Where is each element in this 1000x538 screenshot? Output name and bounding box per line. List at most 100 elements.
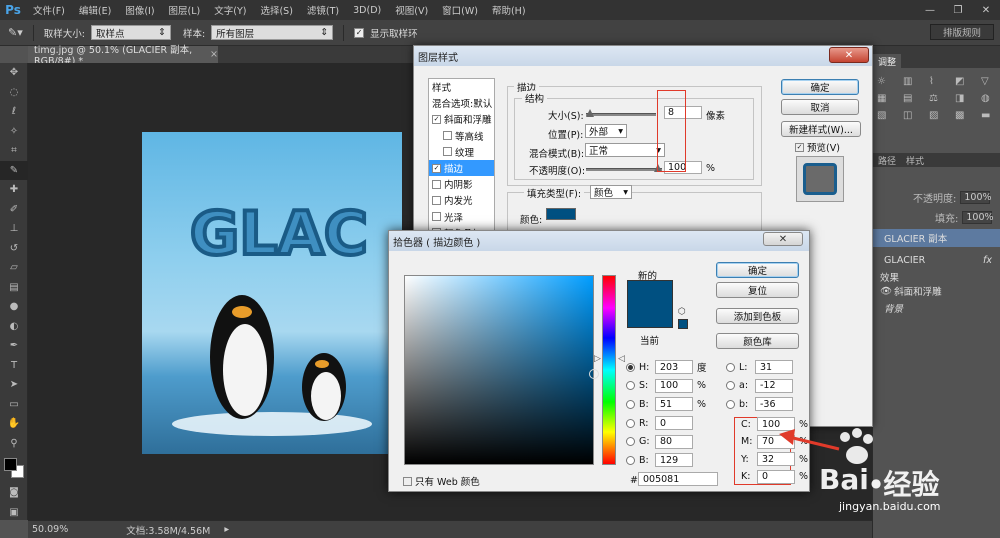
hsb-field[interactable]: 100 [655, 378, 693, 393]
opacity-slider[interactable] [586, 168, 662, 171]
saturation-brightness-field[interactable] [404, 275, 599, 465]
foreground-color-swatch[interactable] [4, 458, 17, 471]
style-checkbox[interactable] [432, 212, 441, 222]
eyedropper-tool-icon[interactable]: ✎▾ [8, 26, 23, 39]
layer-row-background[interactable]: 背景 [872, 299, 1000, 317]
hsb-field[interactable]: 51 [655, 397, 693, 411]
style-list-item[interactable]: ✓ 描边 [429, 159, 494, 177]
quick-mask-icon[interactable]: ◙ [0, 483, 28, 503]
marquee-tool-icon[interactable]: ◌ [0, 83, 28, 103]
eraser-tool-icon[interactable]: ▱ [0, 258, 28, 278]
lab-radio[interactable] [726, 381, 735, 390]
lab-radio[interactable] [726, 362, 735, 372]
layer-row-glacier[interactable]: GLACIER fx [872, 251, 1000, 269]
posterize-icon[interactable]: ▨ [929, 110, 949, 121]
close-app-button[interactable]: ✕ [972, 0, 1000, 20]
dodge-tool-icon[interactable]: ◐ [0, 317, 28, 337]
menu-3d[interactable]: 3D(D) [346, 5, 388, 16]
gradient-tool-icon[interactable]: ▤ [0, 278, 28, 298]
cube-icon[interactable]: ⬡ [678, 307, 686, 317]
style-list-item[interactable]: ✓ 斜面和浮雕 [429, 111, 494, 127]
preview-checkbox[interactable]: ✓ [795, 142, 804, 152]
rgb-field[interactable]: 0 [655, 416, 693, 430]
cancel-button[interactable]: 取消 [781, 99, 859, 115]
menu-file[interactable]: 文件(F) [26, 3, 72, 17]
size-slider[interactable] [586, 113, 656, 116]
sample-size-select[interactable]: 取样点 ⇕ [90, 25, 171, 40]
crop-tool-icon[interactable]: ⌗ [0, 141, 28, 161]
color-selection-ring[interactable] [589, 369, 599, 379]
close-tab-icon[interactable]: × [210, 49, 218, 60]
brightness-icon[interactable]: ☼ [877, 76, 897, 87]
tab-styles[interactable]: 样式 [901, 153, 929, 167]
close-icon[interactable]: ✕ [763, 232, 803, 246]
hsb-field[interactable]: 203 [655, 360, 693, 374]
style-checkbox[interactable]: ✓ [432, 114, 441, 124]
rgb-radio[interactable] [626, 418, 635, 428]
curves-icon[interactable]: ⌇ [929, 76, 949, 87]
hue-sat-icon[interactable]: ▤ [903, 93, 923, 104]
invert-icon[interactable]: ◫ [903, 110, 923, 121]
hue-slider-arrow-left-icon[interactable]: ▷ [594, 354, 601, 364]
stamp-tool-icon[interactable]: ⊥ [0, 219, 28, 239]
fx-icon[interactable]: fx [983, 255, 992, 266]
threshold-icon[interactable]: ▩ [955, 110, 975, 121]
eye-icon[interactable]: 👁 [880, 286, 892, 297]
hsb-radio[interactable] [626, 362, 635, 372]
web-only-checkbox[interactable] [403, 476, 412, 486]
web-safe-color-swatch[interactable] [678, 319, 688, 329]
style-checkbox[interactable] [443, 147, 452, 157]
layer-opacity-field[interactable]: 100% [960, 191, 992, 204]
menu-help[interactable]: 帮助(H) [485, 3, 533, 17]
screen-mode-icon[interactable]: ▣ [0, 503, 28, 523]
gradient-map-icon[interactable]: ▬ [981, 110, 1000, 121]
sample-select[interactable]: 所有图层 ⇕ [211, 25, 334, 40]
hex-field[interactable]: 005081 [638, 472, 718, 486]
style-checkbox[interactable] [432, 179, 441, 189]
levels-icon[interactable]: ▥ [903, 76, 923, 87]
tab-paths[interactable]: 路径 [873, 153, 901, 167]
restore-button[interactable]: ❐ [944, 0, 972, 20]
layer-effect-bevel[interactable]: 👁 斜面和浮雕 [872, 282, 1000, 300]
hue-slider[interactable] [602, 275, 616, 465]
shape-tool-icon[interactable]: ▭ [0, 395, 28, 415]
layer-fill-field[interactable]: 100% [962, 211, 994, 224]
menu-window[interactable]: 窗口(W) [435, 3, 485, 17]
style-list-item[interactable]: 光泽 [429, 209, 494, 225]
pen-tool-icon[interactable]: ✒ [0, 336, 28, 356]
zoom-tool-icon[interactable]: ⚲ [0, 434, 28, 454]
vibrance-icon[interactable]: ▦ [877, 93, 897, 104]
ok-button[interactable]: 确定 [781, 79, 859, 95]
zoom-level[interactable]: 50.09% [32, 524, 68, 535]
tab-adjustments[interactable]: 调整 [873, 54, 902, 68]
layer-row-glacier-copy[interactable]: GLACIER 副本 [872, 229, 1000, 247]
bw-icon[interactable]: ◨ [955, 93, 975, 104]
new-style-button[interactable]: 新建样式(W)... [781, 121, 861, 137]
menu-filter[interactable]: 滤镜(T) [300, 3, 346, 17]
blend-mode-select[interactable]: 正常 ▾ [585, 143, 665, 157]
style-list-item[interactable]: 等高线 [429, 128, 494, 144]
style-checkbox[interactable]: ✓ [432, 163, 441, 173]
color-libraries-button[interactable]: 颜色库 [716, 333, 799, 349]
stroke-color-swatch[interactable] [546, 208, 576, 220]
type-tool-icon[interactable]: T [0, 356, 28, 376]
menu-edit[interactable]: 编辑(E) [72, 3, 118, 17]
style-checkbox[interactable] [432, 195, 441, 205]
hsb-radio[interactable] [626, 399, 635, 409]
minimize-button[interactable]: — [916, 0, 944, 20]
document-tab[interactable]: timg.jpg @ 50.1% (GLACIER 副本, RGB/8#) * … [28, 45, 218, 67]
menu-type[interactable]: 文字(Y) [207, 3, 253, 17]
photo-filter-icon[interactable]: ◍ [981, 93, 1000, 104]
menu-select[interactable]: 选择(S) [253, 3, 299, 17]
menu-view[interactable]: 视图(V) [388, 3, 435, 17]
menu-image[interactable]: 图像(I) [118, 3, 161, 17]
document-image[interactable]: GLAC [142, 132, 402, 454]
lab-field[interactable]: -12 [755, 378, 793, 393]
path-select-tool-icon[interactable]: ➤ [0, 375, 28, 395]
healing-tool-icon[interactable]: ✚ [0, 180, 28, 200]
fill-type-select[interactable]: 颜色 ▾ [590, 185, 632, 199]
history-brush-icon[interactable]: ↺ [0, 239, 28, 259]
style-list-item[interactable]: 纹理 [429, 144, 494, 160]
color-reset-button[interactable]: 复位 [716, 282, 799, 298]
hsb-radio[interactable] [626, 381, 635, 390]
